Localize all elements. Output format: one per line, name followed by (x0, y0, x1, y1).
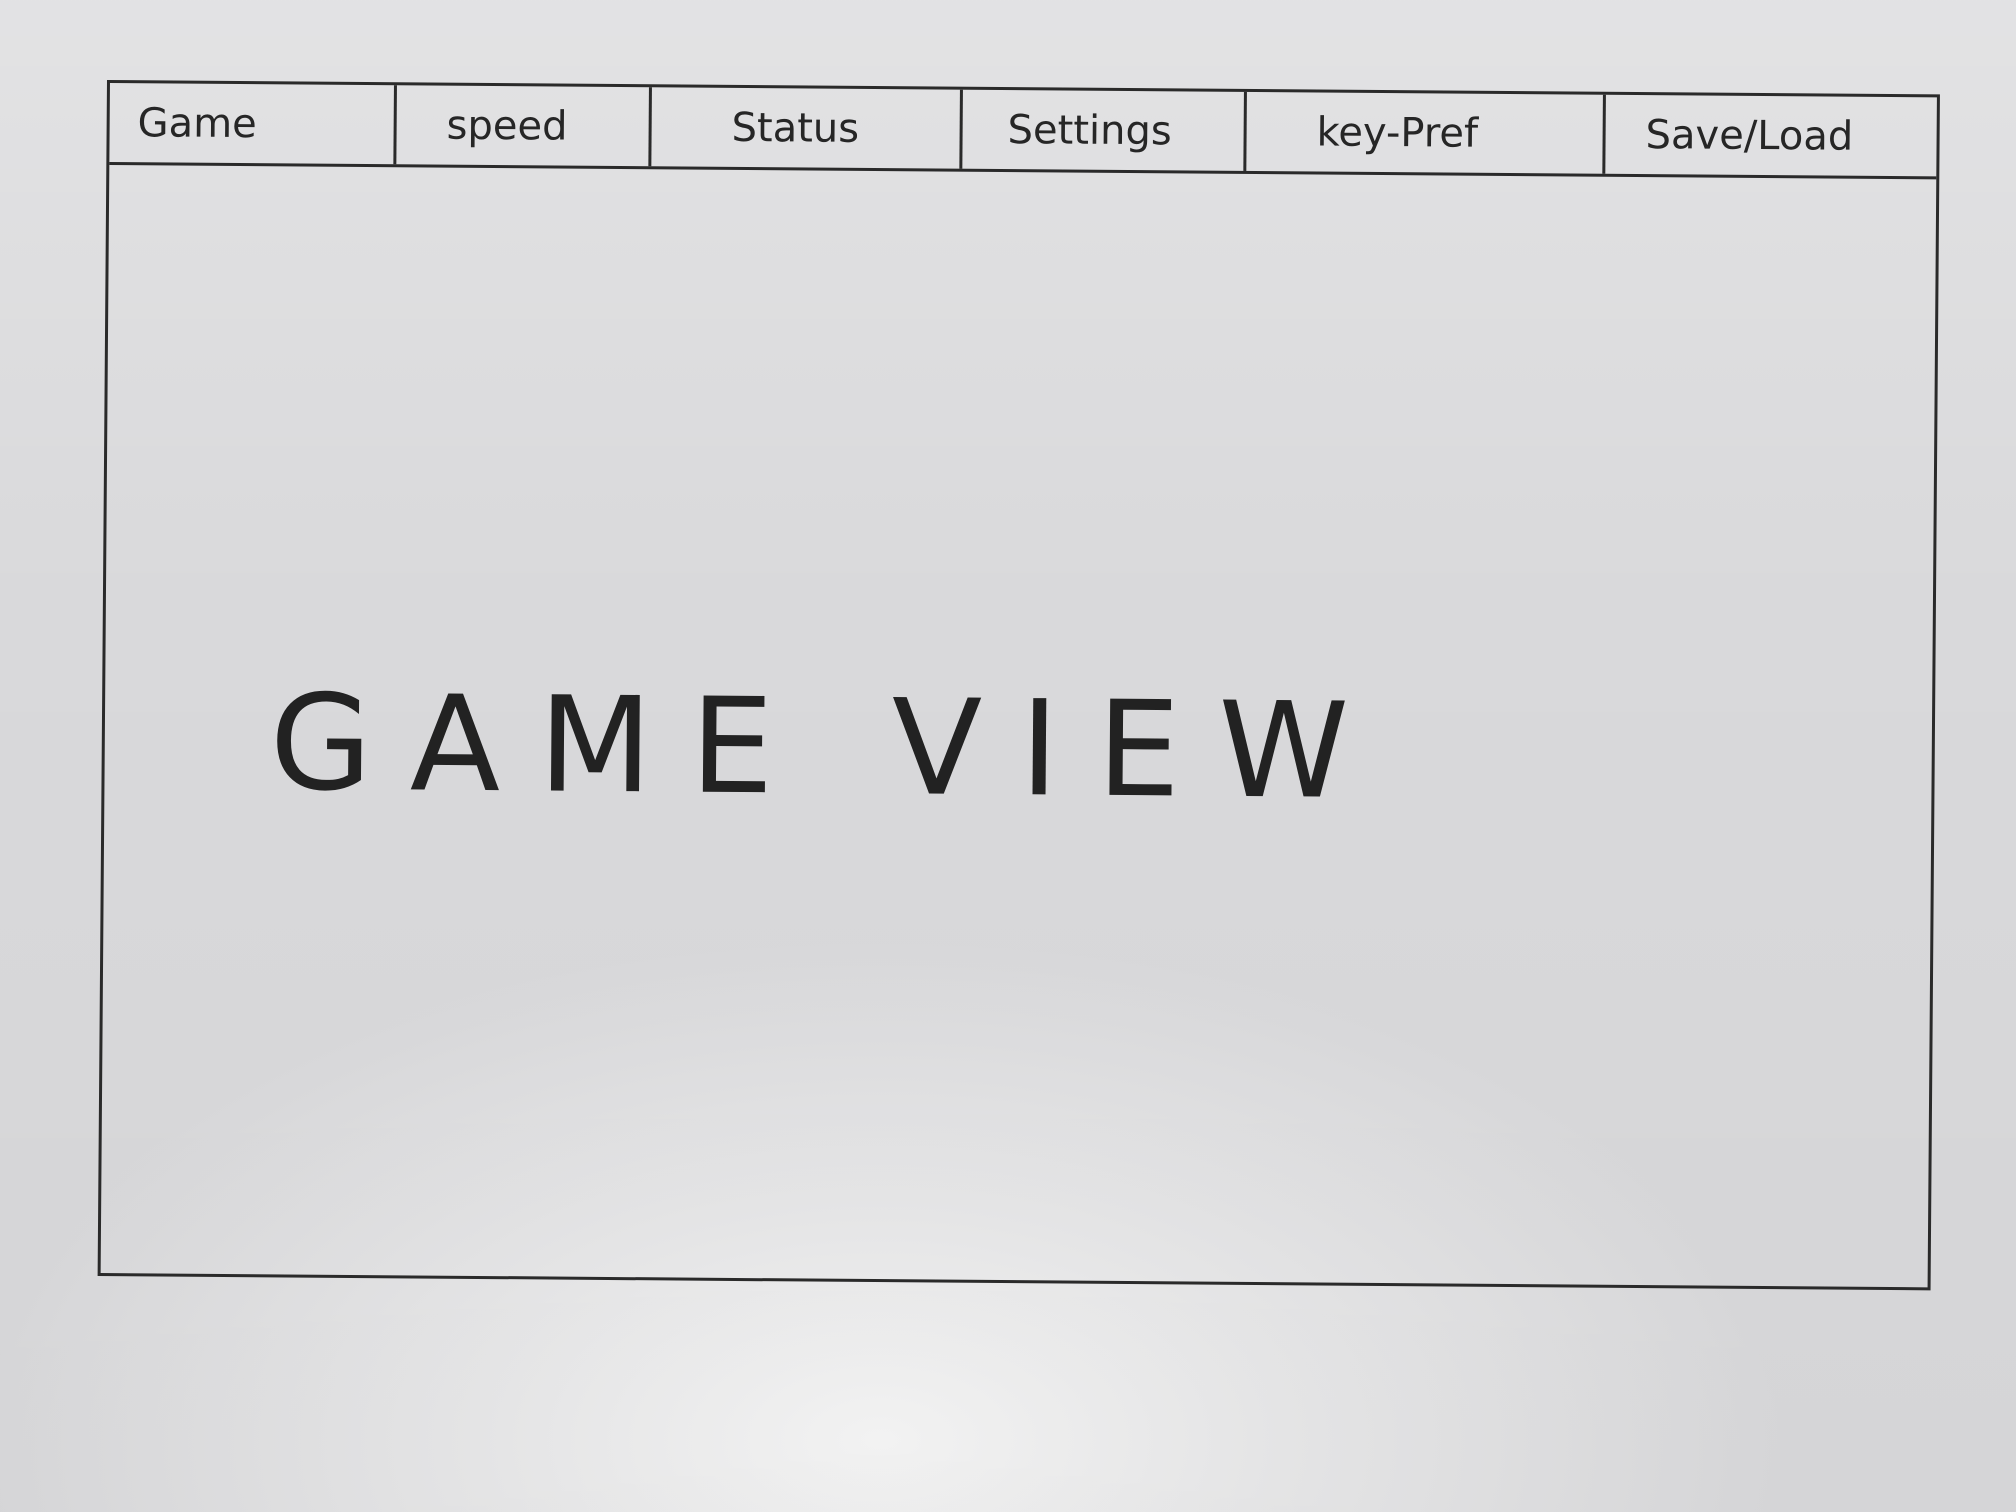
menu-item-key-pref-label: key-Pref (1316, 109, 1479, 157)
menu-bar: Game speed Status Settings key-Pref Save… (109, 83, 1937, 180)
menu-item-game-label: Game (137, 99, 257, 147)
game-view-placeholder-text: GAME VIEW (269, 666, 1388, 830)
menu-item-status[interactable]: Status (651, 87, 963, 169)
menu-item-key-pref[interactable]: key-Pref (1246, 91, 1606, 174)
menu-item-save-load-label: Save/Load (1645, 111, 1854, 160)
menu-item-save-load[interactable]: Save/Load (1605, 95, 1937, 177)
menu-item-speed-label: speed (446, 102, 568, 150)
menu-item-settings[interactable]: Settings (962, 89, 1247, 171)
menu-item-settings-label: Settings (1007, 106, 1172, 154)
menu-item-game[interactable]: Game (109, 83, 397, 165)
app-window: Game speed Status Settings key-Pref Save… (97, 80, 1940, 1291)
menu-item-speed[interactable]: speed (396, 85, 652, 167)
game-view-area[interactable]: GAME VIEW (101, 165, 1937, 1287)
menu-item-status-label: Status (731, 104, 860, 152)
